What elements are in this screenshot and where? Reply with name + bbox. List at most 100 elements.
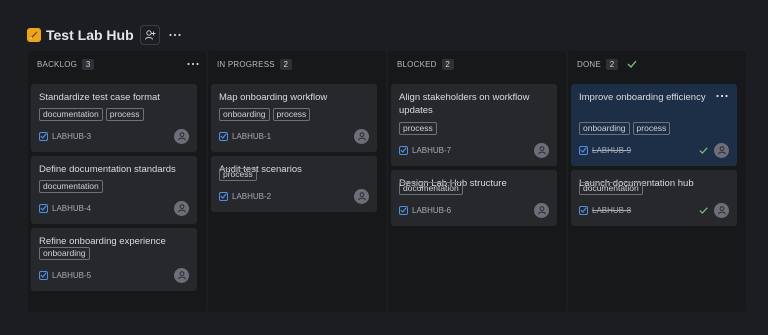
card-title: Map onboarding workflow	[219, 92, 328, 103]
task-checkbox-icon	[579, 145, 588, 155]
label-tag[interactable]: onboarding	[579, 122, 630, 135]
column-count-badge: 2	[605, 58, 618, 70]
column-backlog: BACKLOG 3 Standardize test case format docu…	[28, 51, 206, 312]
card-title: Standardize test case format	[39, 92, 160, 103]
board-header: Test Lab Hub	[27, 22, 183, 48]
column-in-progress: IN PROGRESS 2 Map onboarding workflow onboa…	[208, 51, 386, 312]
done-check-icon	[699, 146, 708, 155]
task-checkbox-icon	[39, 203, 48, 213]
ellipsis-icon	[716, 94, 728, 98]
issue-key[interactable]: LABHUB-3	[52, 132, 91, 141]
card-title: Define documentation standards	[39, 164, 176, 175]
task-checkbox-icon	[399, 145, 408, 155]
issue-key[interactable]: LABHUB-6	[412, 206, 451, 215]
task-card[interactable]: Improve onboarding efficiency onboarding p…	[571, 84, 737, 166]
assignee-avatar-icon[interactable]	[714, 202, 729, 218]
tag-list: documentation	[39, 180, 103, 193]
label-tag[interactable]: process	[105, 108, 144, 121]
card-footer: LABHUB-1	[219, 128, 369, 144]
column-menu-button[interactable]	[186, 57, 200, 71]
task-card[interactable]: Refine onboarding experience onboarding LA…	[31, 228, 197, 291]
tag-list: process	[219, 168, 257, 181]
assignee-avatar-icon[interactable]	[174, 128, 189, 144]
ellipsis-icon	[169, 33, 181, 37]
card-footer: LABHUB-8	[579, 202, 729, 218]
card-footer: LABHUB-6	[399, 202, 549, 218]
card-footer: LABHUB-4	[39, 200, 189, 216]
task-checkbox-icon	[399, 205, 408, 215]
column-title: BACKLOG	[37, 59, 78, 69]
task-checkbox-icon	[39, 270, 48, 280]
card-footer: LABHUB-2	[219, 188, 369, 204]
card-footer: LABHUB-3	[39, 128, 189, 144]
card-title: Improve onboarding efficiency	[579, 92, 706, 103]
task-card[interactable]: Define documentation standards documentat…	[31, 156, 197, 224]
label-tag[interactable]: documentation	[579, 182, 643, 195]
column-header: BACKLOG 3	[37, 51, 200, 77]
column-done: DONE 2 Improve onboarding efficiency onboar…	[568, 51, 746, 312]
issue-key[interactable]: LABHUB-4	[52, 204, 91, 213]
assignee-avatar-icon[interactable]	[354, 128, 369, 144]
card-footer: LABHUB-5	[39, 267, 189, 283]
column-count-badge: 2	[279, 58, 292, 70]
tag-list: onboarding process	[219, 108, 311, 121]
tag-list: onboarding	[39, 247, 90, 260]
issue-key[interactable]: LABHUB-8	[592, 206, 631, 215]
issue-key[interactable]: LABHUB-1	[232, 132, 271, 141]
label-tag[interactable]: documentation	[39, 108, 103, 121]
issue-key[interactable]: LABHUB-7	[412, 146, 451, 155]
tag-list: process	[399, 122, 437, 135]
task-card[interactable]: Align stakeholders on workflow updates pr…	[391, 84, 557, 166]
notepad-icon	[27, 28, 41, 42]
column-blocked: BLOCKED 2 Align stakeholders on workflow u…	[388, 51, 566, 312]
card-menu-button[interactable]	[716, 92, 728, 100]
ellipsis-icon	[187, 62, 199, 66]
assignee-avatar-icon[interactable]	[354, 188, 369, 204]
done-check-icon	[699, 206, 708, 215]
issue-key[interactable]: LABHUB-2	[232, 192, 271, 201]
column-header: IN PROGRESS 2	[217, 51, 380, 77]
more-options-button[interactable]	[167, 25, 183, 45]
label-tag[interactable]: process	[219, 168, 257, 181]
tag-list: documentation	[579, 182, 643, 195]
label-tag[interactable]: process	[632, 122, 671, 135]
column-title: DONE	[577, 59, 601, 69]
card-footer: LABHUB-7	[399, 142, 549, 158]
task-checkbox-icon	[219, 191, 228, 201]
task-checkbox-icon	[579, 205, 588, 215]
card-footer: LABHUB-9	[579, 142, 729, 158]
task-checkbox-icon	[39, 131, 48, 141]
done-check-icon	[627, 58, 639, 70]
label-tag[interactable]: process	[399, 122, 437, 135]
label-tag[interactable]: documentation	[399, 182, 463, 195]
tag-list: onboarding process	[579, 122, 671, 135]
task-card[interactable]: Launch documentation hub documentation LAB…	[571, 170, 737, 226]
column-title: BLOCKED	[397, 59, 437, 69]
assignee-avatar-icon[interactable]	[534, 202, 549, 218]
task-card[interactable]: Map onboarding workflow onboarding process…	[211, 84, 377, 152]
label-tag[interactable]: process	[272, 108, 311, 121]
card-title: Align stakeholders on workflow updates	[399, 92, 530, 116]
assignee-avatar-icon[interactable]	[174, 267, 189, 283]
column-header: DONE 2	[577, 51, 740, 77]
add-member-button[interactable]	[139, 25, 160, 45]
task-checkbox-icon	[219, 131, 228, 141]
label-tag[interactable]: onboarding	[39, 247, 90, 260]
issue-key[interactable]: LABHUB-5	[52, 271, 91, 280]
assignee-avatar-icon[interactable]	[714, 142, 729, 158]
task-card[interactable]: Standardize test case format documentatio…	[31, 84, 197, 152]
task-card[interactable]: Audit test scenarios process LABHUB-2	[211, 156, 377, 212]
assignee-avatar-icon[interactable]	[174, 200, 189, 216]
column-header: BLOCKED 2	[397, 51, 560, 77]
page-title: Test Lab Hub	[46, 27, 134, 43]
column-count-badge: 3	[82, 58, 95, 70]
add-person-icon	[144, 30, 156, 40]
issue-key[interactable]: LABHUB-9	[592, 146, 631, 155]
column-count-badge: 2	[441, 58, 454, 70]
label-tag[interactable]: documentation	[39, 180, 103, 193]
assignee-avatar-icon[interactable]	[534, 142, 549, 158]
column-title: IN PROGRESS	[217, 59, 275, 69]
tag-list: documentation process	[39, 108, 144, 121]
task-card[interactable]: Design Lab Hub structure documentation LAB…	[391, 170, 557, 226]
label-tag[interactable]: onboarding	[219, 108, 270, 121]
